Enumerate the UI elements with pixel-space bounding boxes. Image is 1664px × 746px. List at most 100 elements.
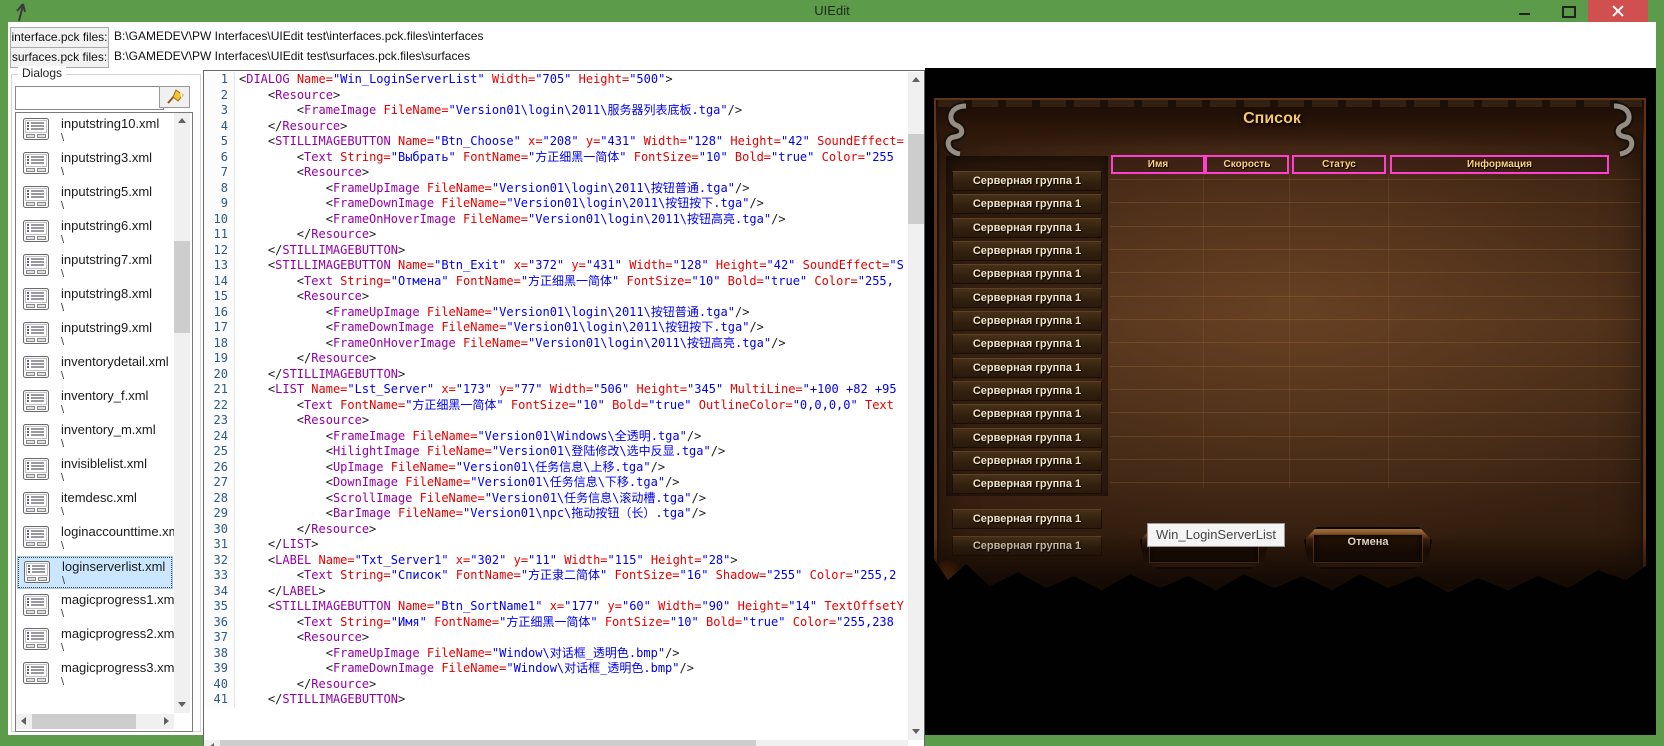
- server-group-button[interactable]: Серверная группа 1: [952, 381, 1102, 401]
- list-item[interactable]: magicprogress3.xml\: [17, 658, 173, 691]
- server-group-button[interactable]: Серверная группа 1: [952, 264, 1102, 284]
- list-item[interactable]: inputstring6.xml\: [17, 216, 173, 249]
- code-lines[interactable]: 1<DIALOG Name="Win_LoginServerList" Widt…: [204, 72, 908, 718]
- close-button[interactable]: [1588, 0, 1648, 22]
- list-item[interactable]: inputstring3.xml\: [17, 148, 173, 181]
- code-line[interactable]: 18 <FrameOnHoverImage FileName="Version0…: [204, 336, 908, 352]
- code-line[interactable]: 24 <FrameImage FileName="Version01\Windo…: [204, 429, 908, 445]
- list-item[interactable]: loginaccounttime.xml\: [17, 522, 173, 555]
- editor-scroll-down-icon[interactable]: [912, 729, 920, 734]
- code-line[interactable]: 19 </Resource>: [204, 351, 908, 367]
- server-group-button[interactable]: Серверная группа 1: [952, 428, 1102, 448]
- code-line[interactable]: 32 <LABEL Name="Txt_Server1" x="302" y="…: [204, 553, 908, 569]
- interface-pck-button[interactable]: interface.pck files:: [10, 27, 109, 48]
- server-group-button[interactable]: Серверная группа 1: [952, 404, 1102, 424]
- code-line[interactable]: 7 <Resource>: [204, 165, 908, 181]
- code-line[interactable]: 25 <HilightImage FileName="Version01\登陆修…: [204, 444, 908, 460]
- code-line[interactable]: 21 <LIST Name="Lst_Server" x="173" y="77…: [204, 382, 908, 398]
- server-group-button[interactable]: Серверная группа 1: [952, 171, 1102, 191]
- editor-vscroll-thumb[interactable]: [908, 134, 924, 224]
- list-item[interactable]: inputstring9.xml\: [17, 318, 173, 351]
- list-item[interactable]: inputstring10.xml\: [17, 114, 173, 147]
- server-group-button[interactable]: Серверная группа 1: [952, 288, 1102, 308]
- scroll-up-arrow-icon[interactable]: [178, 118, 186, 123]
- column-header-info[interactable]: Информация: [1390, 155, 1609, 174]
- list-item[interactable]: inventory_m.xml\: [17, 420, 173, 453]
- editor-scroll-up-icon[interactable]: [912, 77, 920, 82]
- dialog-search-input[interactable]: [15, 86, 164, 110]
- code-line[interactable]: 23 <Resource>: [204, 413, 908, 429]
- code-line[interactable]: 20 </STILLIMAGEBUTTON>: [204, 367, 908, 383]
- code-line[interactable]: 35 <STILLIMAGEBUTTON Name="Btn_SortName1…: [204, 599, 908, 615]
- server-group-button[interactable]: Серверная группа 1: [952, 358, 1102, 378]
- list-item[interactable]: inputstring8.xml\: [17, 284, 173, 317]
- code-line[interactable]: 41 </STILLIMAGEBUTTON>: [204, 692, 908, 708]
- code-line[interactable]: 6 <Text String="Выбрать" FontName="方正细黑一…: [204, 150, 908, 166]
- code-line[interactable]: 30 </Resource>: [204, 522, 908, 538]
- maximize-button[interactable]: [1548, 0, 1588, 22]
- titlebar[interactable]: UIEdit: [0, 0, 1664, 22]
- editor-hscrollbar[interactable]: [204, 740, 908, 746]
- editor-vscrollbar[interactable]: [908, 72, 924, 740]
- code-line[interactable]: 11 </Resource>: [204, 227, 908, 243]
- interface-pck-path[interactable]: B:\GAMEDEV\PW Interfaces\UIEdit test\int…: [114, 27, 483, 46]
- code-line[interactable]: 2 <Resource>: [204, 88, 908, 104]
- server-group-button[interactable]: Серверная группа 1: [952, 474, 1102, 494]
- column-header-status[interactable]: Статус: [1292, 155, 1386, 174]
- code-line[interactable]: 31 </LIST>: [204, 537, 908, 553]
- list-item[interactable]: inputstring7.xml\: [17, 250, 173, 283]
- server-group-button[interactable]: Серверная группа 1: [952, 311, 1102, 331]
- editor-hscroll-thumb[interactable]: [220, 740, 756, 746]
- column-header-name[interactable]: Имя: [1111, 155, 1205, 174]
- vscroll-thumb[interactable]: [174, 241, 190, 333]
- code-line[interactable]: 14 <Text String="Отмена" FontName="方正细黑一…: [204, 274, 908, 290]
- dialog-list[interactable]: inputstring10.xml\inputstring3.xml\input…: [15, 112, 193, 732]
- code-line[interactable]: 5 <STILLIMAGEBUTTON Name="Btn_Choose" x=…: [204, 134, 908, 150]
- list-item[interactable]: inputstring5.xml\: [17, 182, 173, 215]
- code-line[interactable]: 38 <FrameUpImage FileName="Window\对话框_透明…: [204, 646, 908, 662]
- column-header-speed[interactable]: Скорость: [1205, 155, 1289, 174]
- surfaces-pck-button[interactable]: surfaces.pck files:: [10, 47, 109, 68]
- code-line[interactable]: 34 </LABEL>: [204, 584, 908, 600]
- code-line[interactable]: 12 </STILLIMAGEBUTTON>: [204, 243, 908, 259]
- minimize-button[interactable]: [1504, 0, 1544, 22]
- code-line[interactable]: 3 <FrameImage FileName="Version01\login\…: [204, 103, 908, 119]
- code-line[interactable]: 36 <Text String="Имя" FontName="方正细黑一简体"…: [204, 615, 908, 631]
- code-line[interactable]: 4 </Resource>: [204, 119, 908, 135]
- code-line[interactable]: 22 <Text FontName="方正细黑一简体" FontSize="10…: [204, 398, 908, 414]
- code-line[interactable]: 33 <Text String="Список" FontName="方正隶二简…: [204, 568, 908, 584]
- server-group-button[interactable]: Серверная группа 1: [952, 218, 1102, 238]
- list-item[interactable]: loginserverlist.xml\: [17, 556, 173, 589]
- code-line[interactable]: 29 <BarImage FileName="Version01\npc\拖动按…: [204, 506, 908, 522]
- server-group-button[interactable]: Серверная группа 1: [952, 509, 1102, 529]
- code-line[interactable]: 8 <FrameUpImage FileName="Version01\logi…: [204, 181, 908, 197]
- scroll-down-arrow-icon[interactable]: [178, 702, 186, 707]
- code-line[interactable]: 15 <Resource>: [204, 289, 908, 305]
- code-line[interactable]: 17 <FrameDownImage FileName="Version01\l…: [204, 320, 908, 336]
- server-group-button[interactable]: Серверная группа 1: [952, 241, 1102, 261]
- dialog-list-hscrollbar[interactable]: [16, 714, 174, 729]
- code-line[interactable]: 13 <STILLIMAGEBUTTON Name="Btn_Exit" x="…: [204, 258, 908, 274]
- code-line[interactable]: 26 <UpImage FileName="Version01\任务信息\上移.…: [204, 460, 908, 476]
- scroll-left-arrow-icon[interactable]: [21, 717, 26, 725]
- list-item[interactable]: magicprogress1.xml\: [17, 590, 173, 623]
- xml-editor[interactable]: 1<DIALOG Name="Win_LoginServerList" Widt…: [203, 70, 925, 746]
- surfaces-pck-path[interactable]: B:\GAMEDEV\PW Interfaces\UIEdit test\sur…: [114, 47, 470, 66]
- list-item[interactable]: itemdesc.xml\: [17, 488, 173, 521]
- code-line[interactable]: 9 <FrameDownImage FileName="Version01\lo…: [204, 196, 908, 212]
- code-line[interactable]: 27 <DownImage FileName="Version01\任务信息\下…: [204, 475, 908, 491]
- server-group-button[interactable]: Серверная группа 1: [952, 451, 1102, 471]
- clear-search-button[interactable]: [159, 86, 190, 108]
- code-line[interactable]: 28 <ScrollImage FileName="Version01\任务信息…: [204, 491, 908, 507]
- scroll-right-arrow-icon[interactable]: [164, 717, 169, 725]
- code-line[interactable]: 37 <Resource>: [204, 630, 908, 646]
- server-group-button[interactable]: Серверная группа 1: [952, 194, 1102, 214]
- code-line[interactable]: 16 <FrameUpImage FileName="Version01\log…: [204, 305, 908, 321]
- server-group-button[interactable]: Серверная группа 1: [952, 334, 1102, 354]
- code-line[interactable]: 10 <FrameOnHoverImage FileName="Version0…: [204, 212, 908, 228]
- hscroll-thumb[interactable]: [32, 714, 136, 729]
- list-item[interactable]: magicprogress2.xml\: [17, 624, 173, 657]
- list-item[interactable]: inventorydetail.xml\: [17, 352, 173, 385]
- code-line[interactable]: 1<DIALOG Name="Win_LoginServerList" Widt…: [204, 72, 908, 88]
- dialog-list-vscrollbar[interactable]: [174, 113, 190, 713]
